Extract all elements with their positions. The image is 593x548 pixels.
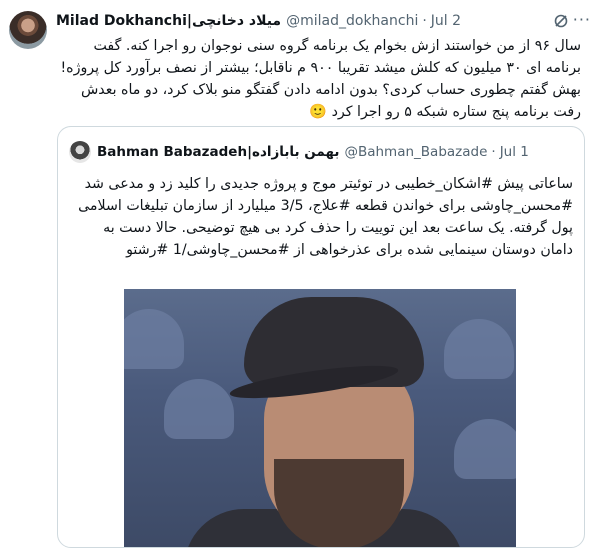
background-seat xyxy=(124,309,184,369)
grok-icon[interactable] xyxy=(553,13,569,29)
background-seat xyxy=(164,379,234,439)
separator-dot: · xyxy=(422,13,427,29)
author-name[interactable]: Milad Dokhanchi|میلاد دخانچی xyxy=(56,13,281,29)
background-seat xyxy=(454,419,516,479)
quoted-tweet-image[interactable] xyxy=(124,289,516,547)
author-handle[interactable]: @milad_dokhanchi xyxy=(286,13,418,29)
background-seat xyxy=(444,319,514,379)
quoted-author-avatar[interactable] xyxy=(69,141,91,163)
quoted-separator-dot: · xyxy=(491,144,496,160)
more-options-icon[interactable]: ··· xyxy=(573,10,591,29)
tweet-date[interactable]: Jul 2 xyxy=(431,13,461,29)
quoted-tweet-text: ساعاتی پیش #اشکان_خطیبی در توئیتر موج و … xyxy=(78,176,573,258)
author-avatar[interactable] xyxy=(9,11,47,49)
tweet-header: Milad Dokhanchi|میلاد دخانچی @milad_dokh… xyxy=(56,11,579,31)
tweet-text: سال ۹۶ از من خواستند ازش بخوام یک برنامه… xyxy=(60,38,581,120)
quoted-author-handle[interactable]: @Bahman_Babazade xyxy=(344,144,487,160)
quoted-tweet[interactable]: Bahman Babazadeh|بهمن بابازاده @Bahman_B… xyxy=(57,126,585,548)
quoted-author-name[interactable]: Bahman Babazadeh|بهمن بابازاده xyxy=(97,144,339,160)
quoted-tweet-date[interactable]: Jul 1 xyxy=(500,144,529,160)
quoted-tweet-header: Bahman Babazadeh|بهمن بابازاده @Bahman_B… xyxy=(97,142,574,162)
